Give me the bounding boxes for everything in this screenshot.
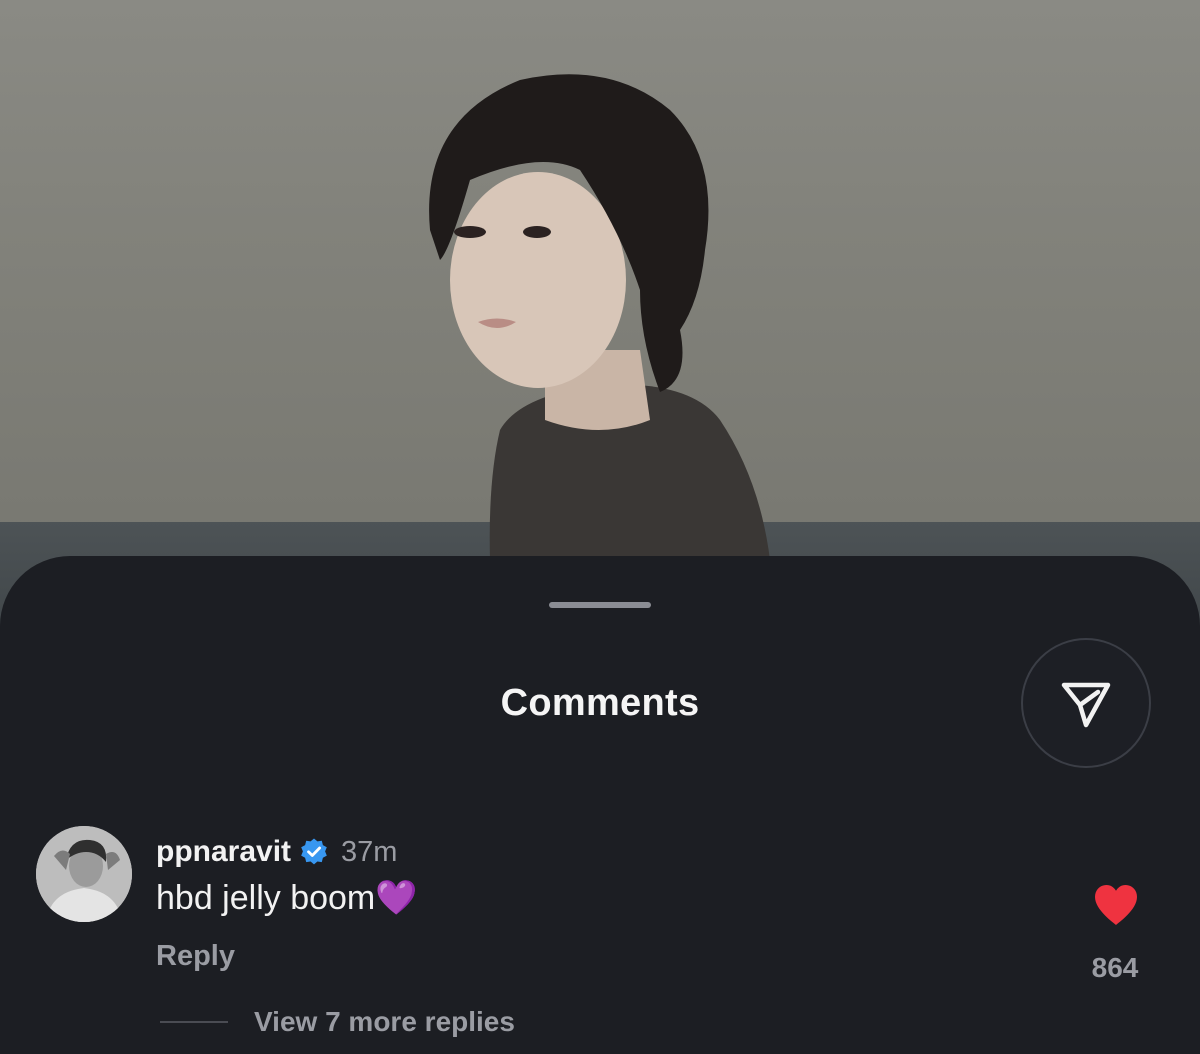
username[interactable]: ppnaravit (156, 835, 291, 869)
portrait-illustration (429, 74, 770, 560)
comment-header: ppnaravit 37m (156, 832, 397, 872)
view-replies-button[interactable]: View 7 more replies (160, 1006, 515, 1038)
heart-filled-icon[interactable] (1092, 882, 1140, 928)
comment-timestamp: 37m (341, 835, 398, 868)
sheet-grabber[interactable] (549, 602, 651, 608)
share-button[interactable] (1021, 638, 1151, 768)
comment-text: hbd jelly boom💜 (156, 879, 418, 917)
post-photo (0, 0, 1200, 640)
comment-item: ppnaravit 37m hbd jelly boom💜 Reply 864 … (0, 822, 1200, 1054)
view-replies-label: View 7 more replies (254, 1006, 515, 1037)
replies-divider (160, 1021, 228, 1023)
like-count: 864 (1091, 952, 1139, 983)
avatar-image (36, 826, 132, 922)
comments-sheet: Comments ppnaravit 37m hbd jelly boom💜 R… (0, 556, 1200, 1054)
screen: Comments ppnaravit 37m hbd jelly boom💜 R… (0, 0, 1200, 1054)
verified-badge-icon (301, 838, 327, 865)
send-icon (1061, 682, 1111, 728)
sheet-title: Comments (500, 682, 700, 724)
reply-button[interactable]: Reply (156, 940, 235, 973)
avatar[interactable] (36, 826, 132, 922)
